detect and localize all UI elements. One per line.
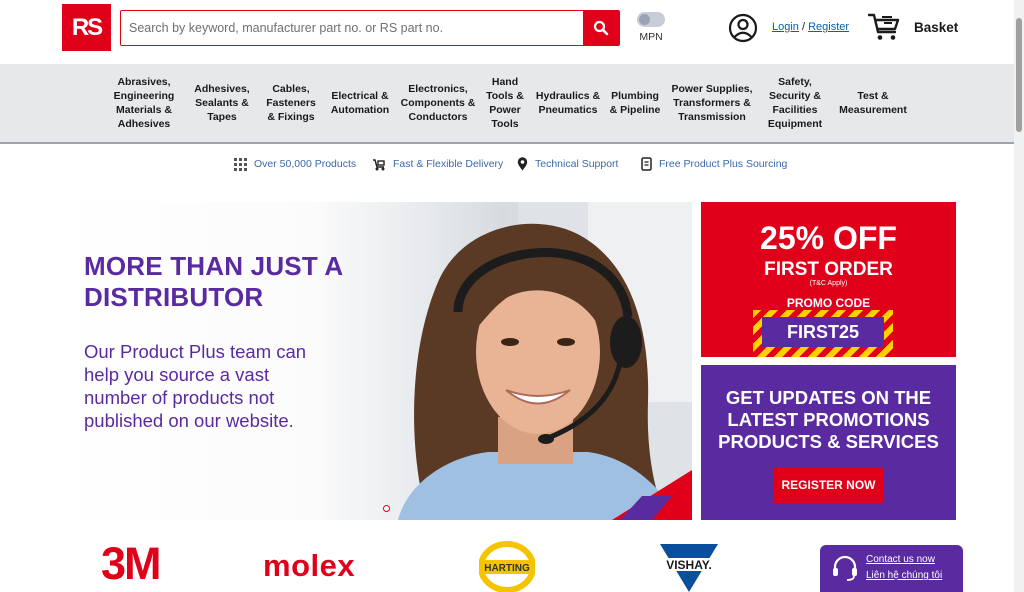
updates-text: GET UPDATES ON THE LATEST PROMOTIONS PRO…	[718, 387, 939, 452]
usp-delivery[interactable]: Fast & Flexible Delivery	[372, 156, 503, 172]
usp-label: Technical Support	[535, 158, 619, 170]
brand-3m-logo[interactable]: 3M	[101, 538, 161, 590]
usp-support[interactable]: Technical Support	[517, 156, 618, 172]
category-electronics[interactable]: Electronics, Components & Conductors	[398, 64, 478, 142]
hero-body: Our Product Plus team can help you sourc…	[84, 341, 307, 431]
search-input[interactable]	[121, 11, 583, 45]
promo-headline: 25% OFF	[760, 220, 897, 256]
sourcing-icon	[641, 157, 652, 171]
category-power-supplies[interactable]: Power Supplies, Transformers & Transmiss…	[668, 64, 756, 142]
usp-label: Free Product Plus Sourcing	[659, 158, 788, 170]
promo-code: FIRST25	[762, 317, 884, 347]
auth-separator: /	[801, 21, 806, 33]
vishay-text: VISHAY.	[666, 558, 712, 572]
category-abrasives[interactable]: Abrasives, Engineering Materials & Adhes…	[108, 64, 180, 142]
brand-harting-logo[interactable]: HARTING	[479, 541, 535, 592]
category-hydraulics[interactable]: Hydraulics & Pneumatics	[532, 64, 604, 142]
headset-icon	[833, 555, 857, 581]
category-nav: Abrasives, Engineering Materials & Adhes…	[0, 64, 1014, 144]
mpn-label: MPN	[639, 31, 663, 43]
category-adhesives[interactable]: Adhesives, Sealants & Tapes	[186, 64, 258, 142]
usp-sourcing[interactable]: Free Product Plus Sourcing	[641, 156, 787, 172]
hero-banner[interactable]: MORE THAN JUST A DISTRIBUTOR Our Product…	[58, 202, 692, 520]
basket-label[interactable]: Basket	[914, 20, 958, 35]
mpn-toggle[interactable]: MPN	[636, 12, 666, 43]
category-safety[interactable]: Safety, Security & Facilities Equipment	[760, 64, 830, 142]
search-bar	[120, 10, 620, 46]
hero-corner-accent	[612, 470, 692, 520]
category-hand-tools[interactable]: Hand Tools & Power Tools	[482, 64, 528, 142]
promo-tile[interactable]: 25% OFF FIRST ORDER (T&C Apply) PROMO CO…	[701, 202, 956, 357]
location-pin-icon	[517, 157, 528, 171]
register-now-button[interactable]: REGISTER NOW	[773, 468, 884, 503]
harting-text: HARTING	[484, 563, 530, 574]
login-link[interactable]: Login	[772, 21, 799, 33]
hero-headline: MORE THAN JUST A DISTRIBUTOR	[84, 251, 343, 312]
user-icon[interactable]	[728, 13, 758, 43]
auth-links: Login / Register	[772, 21, 849, 33]
category-plumbing[interactable]: Plumbing & Pipeline	[606, 64, 664, 142]
register-link[interactable]: Register	[808, 21, 849, 33]
promo-subheadline: FIRST ORDER	[764, 259, 893, 280]
scrollbar-thumb[interactable]	[1016, 18, 1022, 132]
category-cables[interactable]: Cables, Fasteners & Fixings	[262, 64, 320, 142]
page-scrollbar[interactable]	[1014, 0, 1024, 592]
search-button[interactable]	[583, 11, 619, 45]
brand-molex-logo[interactable]: molex	[263, 548, 355, 584]
carousel-dot[interactable]	[383, 505, 390, 512]
mpn-switch[interactable]	[637, 12, 665, 27]
promo-terms: (T&C Apply)	[809, 280, 848, 287]
site-header: RS MPN Login / Register Basket	[0, 0, 1014, 64]
promo-code-label: PROMO CODE	[786, 296, 871, 310]
grid-icon	[234, 157, 247, 171]
updates-tile: GET UPDATES ON THE LATEST PROMOTIONS PRO…	[701, 365, 956, 520]
contact-widget[interactable]: Contact us now Liên hệ chúng tôi	[820, 545, 963, 592]
search-icon	[593, 20, 609, 36]
rs-logo[interactable]: RS	[62, 4, 111, 51]
brand-vishay-logo[interactable]: VISHAY.	[658, 542, 720, 592]
basket-icon[interactable]	[868, 12, 902, 42]
usp-label: Over 50,000 Products	[254, 158, 357, 170]
usp-label: Fast & Flexible Delivery	[393, 158, 504, 170]
usp-products[interactable]: Over 50,000 Products	[234, 156, 356, 172]
logo-text: RS	[71, 13, 103, 41]
category-test-measurement[interactable]: Test & Measurement	[836, 64, 910, 142]
contact-us-link[interactable]: Contact us now	[866, 554, 935, 565]
delivery-icon	[373, 158, 385, 170]
contact-vn-link[interactable]: Liên hệ chúng tôi	[866, 570, 942, 581]
category-electrical[interactable]: Electrical & Automation	[326, 64, 394, 142]
